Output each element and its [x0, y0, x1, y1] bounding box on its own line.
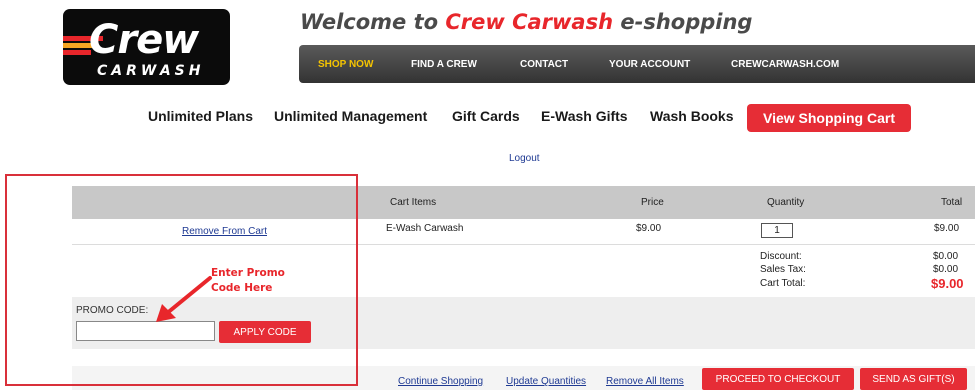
quantity-input[interactable]: 1 [761, 223, 793, 238]
cart-item-total: $9.00 [934, 223, 960, 234]
send-as-gift-button[interactable]: SEND AS GIFT(S) [860, 368, 967, 390]
apply-code-button[interactable]: APPLY CODE [219, 321, 311, 343]
logo-stripe [63, 50, 91, 55]
subnav-unlimited-plans[interactable]: Unlimited Plans [148, 108, 253, 124]
top-nav: SHOP NOW FIND A CREW CONTACT YOUR ACCOUN… [299, 45, 975, 83]
subnav-ewash-gifts[interactable]: E-Wash Gifts [541, 108, 628, 124]
cart-item-price: $9.00 [636, 223, 662, 234]
view-shopping-cart-button[interactable]: View Shopping Cart [747, 104, 911, 132]
row-divider [72, 244, 975, 245]
update-quantities-link[interactable]: Update Quantities [506, 376, 586, 387]
nav-contact[interactable]: CONTACT [520, 59, 568, 70]
remove-all-items-link[interactable]: Remove All Items [606, 376, 684, 387]
continue-shopping-link[interactable]: Continue Shopping [398, 376, 483, 387]
welcome-prefix: Welcome to [300, 10, 446, 34]
welcome-heading: Welcome to Crew Carwash e-shopping [300, 10, 752, 34]
sales-tax-value: $0.00 [933, 264, 959, 275]
annotation-text: Enter Promo Code Here [211, 267, 285, 294]
discount-value: $0.00 [933, 251, 959, 262]
nav-your-account[interactable]: YOUR ACCOUNT [609, 59, 690, 70]
nav-shop-now[interactable]: SHOP NOW [318, 59, 373, 70]
header-quantity: Quantity [767, 197, 805, 208]
welcome-suffix: e-shopping [613, 10, 753, 34]
promo-code-label: PROMO CODE: [76, 305, 149, 316]
nav-find-a-crew[interactable]: FIND A CREW [411, 59, 477, 70]
proceed-to-checkout-button[interactable]: PROCEED TO CHECKOUT [702, 368, 854, 390]
header-price: Price [641, 197, 664, 208]
subnav-wash-books[interactable]: Wash Books [650, 108, 734, 124]
remove-from-cart-link[interactable]: Remove From Cart [182, 226, 267, 237]
sales-tax-label: Sales Tax: [760, 264, 806, 275]
discount-label: Discount: [760, 251, 802, 262]
header-cart-items: Cart Items [390, 197, 437, 208]
logo-sub-text: CARWASH [97, 63, 205, 79]
subnav-unlimited-management[interactable]: Unlimited Management [274, 108, 427, 124]
subnav-gift-cards[interactable]: Gift Cards [452, 108, 520, 124]
logo-brand-text: Crew [89, 17, 199, 63]
welcome-brand: Crew Carwash [445, 10, 614, 34]
cart-item-name: E-Wash Carwash [386, 223, 464, 234]
cart-total-value: $9.00 [931, 276, 964, 291]
cart-table-header: Cart Items Price Quantity Total [72, 186, 975, 219]
nav-crewcarwash-com[interactable]: CREWCARWASH.COM [731, 59, 839, 70]
crew-carwash-logo[interactable]: Crew CARWASH [63, 9, 230, 85]
sub-nav: Unlimited Plans Unlimited Management Gif… [0, 104, 975, 132]
header-total: Total [941, 197, 963, 208]
annotation-arrow-icon [156, 276, 212, 322]
logout-link[interactable]: Logout [509, 153, 540, 164]
cart-total-label: Cart Total: [760, 278, 806, 289]
